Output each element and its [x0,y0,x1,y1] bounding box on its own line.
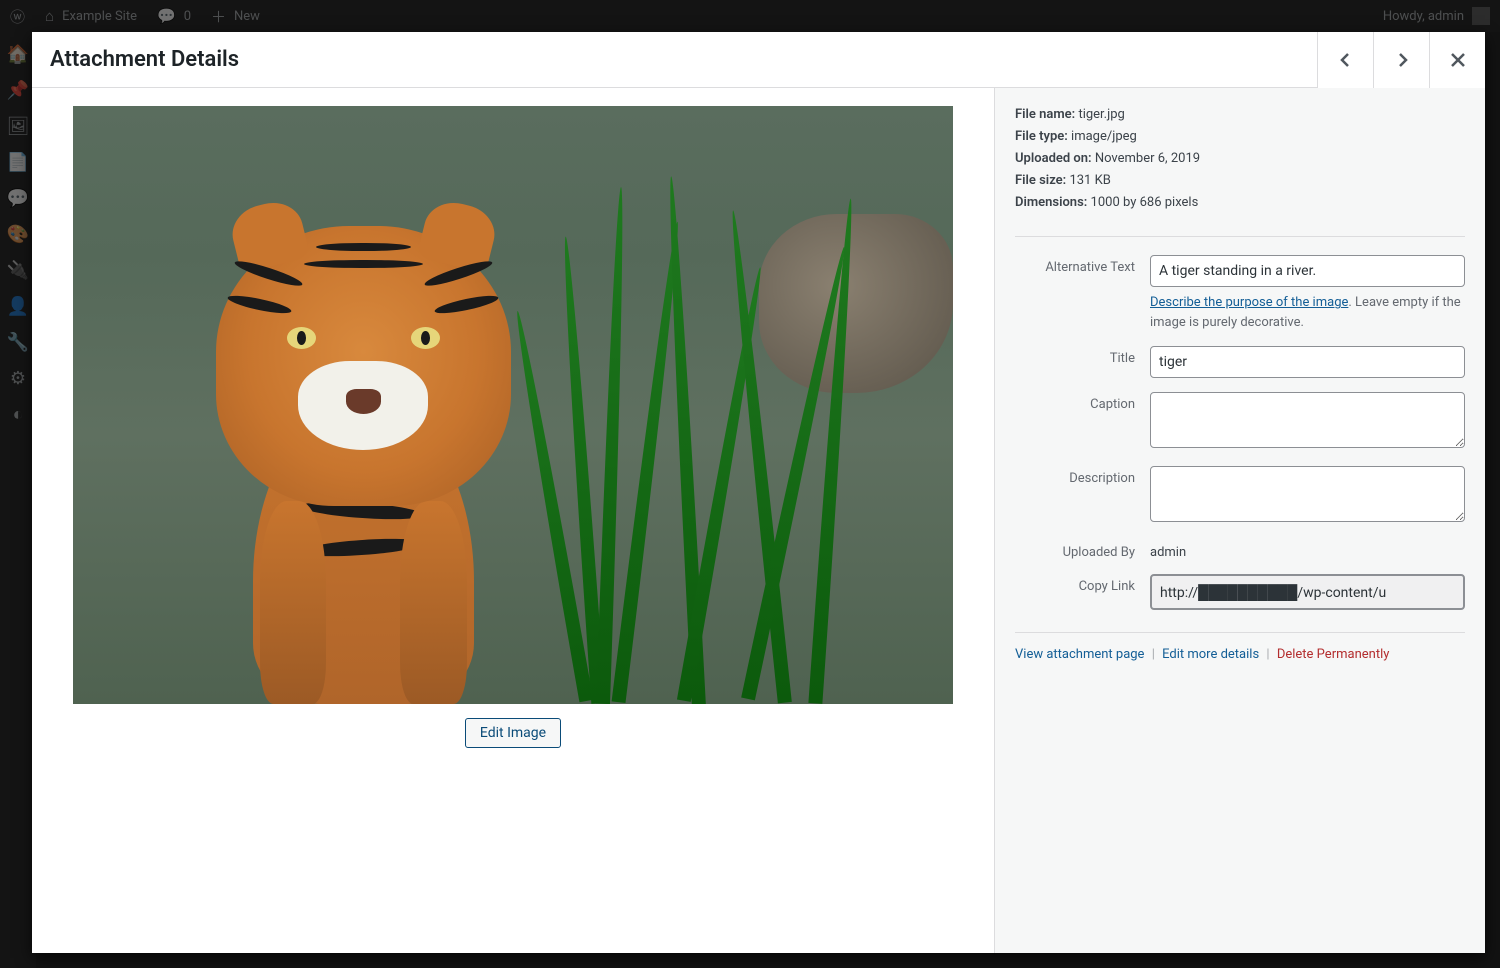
howdy-text: Howdy, admin [1383,9,1464,24]
modal-title: Attachment Details [50,47,239,72]
caption-input[interactable] [1150,392,1465,448]
howdy-link[interactable]: Howdy, admin [1383,7,1500,25]
modal-header: Attachment Details [32,32,1485,88]
alt-text-label: Alternative Text [1015,255,1150,275]
close-button[interactable] [1429,32,1485,88]
dimensions-value: 1000 by 686 pixels [1091,195,1199,210]
uploaded-on-value: November 6, 2019 [1095,151,1200,166]
comments-count: 0 [184,9,191,24]
alt-text-help-link[interactable]: Describe the purpose of the image [1150,295,1348,310]
uploaded-on-label: Uploaded on: [1015,151,1092,166]
filetype-label: File type: [1015,129,1068,144]
caption-label: Caption [1015,392,1150,412]
chevron-left-icon [1336,50,1356,70]
new-link[interactable]: ＋ New [201,6,270,27]
description-input[interactable] [1150,466,1465,522]
comments-link[interactable]: 💬0 [147,7,201,25]
media-preview-panel: Edit Image [32,88,995,953]
site-link[interactable]: ⌂ Example Site [35,7,147,25]
title-label: Title [1015,346,1150,366]
next-button[interactable] [1373,32,1429,88]
dimensions-label: Dimensions: [1015,195,1087,210]
copy-link-label: Copy Link [1015,574,1150,594]
attachment-meta: File name: tiger.jpg File type: image/jp… [1015,104,1465,226]
chevron-right-icon [1392,50,1412,70]
new-label: New [234,9,260,24]
attachment-image [73,106,953,704]
edit-more-details-link[interactable]: Edit more details [1162,647,1259,662]
uploaded-by-label: Uploaded By [1015,540,1150,560]
filetype-value: image/jpeg [1071,129,1137,144]
filesize-value: 131 KB [1069,173,1110,188]
view-attachment-page-link[interactable]: View attachment page [1015,647,1144,662]
filename-value: tiger.jpg [1078,107,1124,122]
uploaded-by-value: admin [1150,540,1465,560]
title-input[interactable] [1150,346,1465,378]
close-icon [1449,51,1467,69]
admin-sidebar: 🏠📌🖼📄💬🎨🔌👤🔧⚙◐ [0,32,36,968]
site-name: Example Site [62,9,137,24]
prev-button[interactable] [1317,32,1373,88]
delete-permanently-link[interactable]: Delete Permanently [1277,647,1390,662]
avatar [1472,7,1490,25]
edit-image-button[interactable]: Edit Image [465,718,561,748]
attachment-actions: View attachment page | Edit more details… [1015,647,1465,662]
alt-text-help: Describe the purpose of the image. Leave… [1150,293,1465,332]
alt-text-input[interactable] [1150,255,1465,287]
filesize-label: File size: [1015,173,1066,188]
attachment-details-panel: File name: tiger.jpg File type: image/jp… [995,88,1485,953]
plus-icon: ＋ [211,6,226,27]
copy-link-input[interactable] [1150,574,1465,610]
wordpress-icon: ⓦ [10,6,25,27]
comment-icon: 💬 [157,7,176,25]
home-icon: ⌂ [45,7,54,25]
attachment-details-modal: Attachment Details [32,32,1485,953]
admin-bar: ⓦ ⌂Example Site 💬0 ＋New Howdy, admin [0,0,1500,32]
filename-label: File name: [1015,107,1075,122]
description-label: Description [1015,466,1150,486]
